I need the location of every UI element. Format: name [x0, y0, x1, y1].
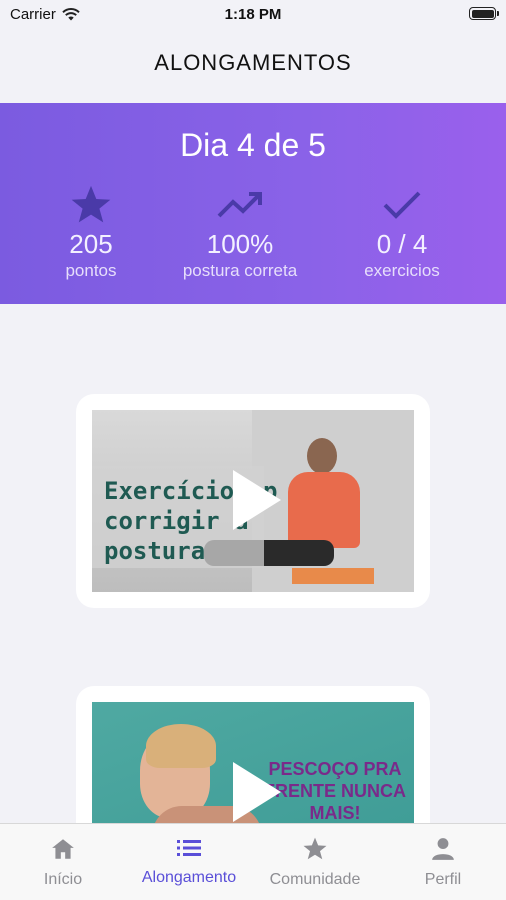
- stat-posture: 100% postura correta: [155, 183, 325, 281]
- exercises-value: 0 / 4: [376, 229, 428, 259]
- posture-label: postura correta: [182, 261, 298, 280]
- tab-inicio[interactable]: Início: [0, 836, 126, 889]
- posture-value: 100%: [206, 229, 274, 259]
- tab-label: Início: [43, 871, 83, 888]
- tab-alongamento[interactable]: Alongamento: [126, 836, 252, 887]
- play-button[interactable]: [233, 762, 281, 822]
- person-shirt: [288, 472, 360, 548]
- clock: 1:18 PM: [224, 6, 282, 23]
- points-value: 205: [69, 229, 113, 259]
- tab-comunidade[interactable]: Comunidade: [252, 836, 378, 889]
- person-icon: [432, 838, 454, 860]
- video-thumbnail[interactable]: Exercícios p corrigir a postura: [92, 410, 414, 592]
- stat-points: 205 pontos: [6, 183, 176, 281]
- play-button[interactable]: [233, 470, 281, 530]
- day-progress-label: Dia 4 de 5: [180, 127, 326, 163]
- video-card[interactable]: Exercícios p corrigir a postura: [76, 394, 430, 608]
- points-label: pontos: [65, 261, 117, 280]
- home-icon: [52, 839, 74, 859]
- person-figure: [307, 438, 337, 474]
- stat-exercises: 0 / 4 exercicios: [317, 183, 487, 281]
- thumbnail-text: PESCOÇO PRA FRENTE NUNCA MAIS!: [264, 759, 406, 823]
- tab-perfil[interactable]: Perfil: [380, 836, 506, 889]
- trending-up-icon: [217, 192, 262, 218]
- page-title: ALONGAMENTOS: [154, 50, 352, 75]
- mat: [292, 568, 374, 584]
- tab-bar: Início Alongamento Comunidade Perfil: [0, 823, 506, 900]
- tab-label: Alongamento: [141, 869, 237, 886]
- tab-label: Perfil: [424, 871, 462, 888]
- exercises-label: exercicios: [364, 261, 440, 280]
- progress-banner: Dia 4 de 5 205 pontos 100% postura corre…: [0, 103, 506, 304]
- star-icon: [303, 837, 327, 860]
- woman-hair: [146, 724, 216, 768]
- star-icon: [71, 185, 111, 223]
- status-bar: Carrier 1:18 PM: [0, 0, 506, 30]
- check-icon: [383, 191, 421, 219]
- battery-icon: [469, 7, 499, 20]
- tab-label: Comunidade: [269, 871, 361, 888]
- list-icon: [177, 840, 201, 856]
